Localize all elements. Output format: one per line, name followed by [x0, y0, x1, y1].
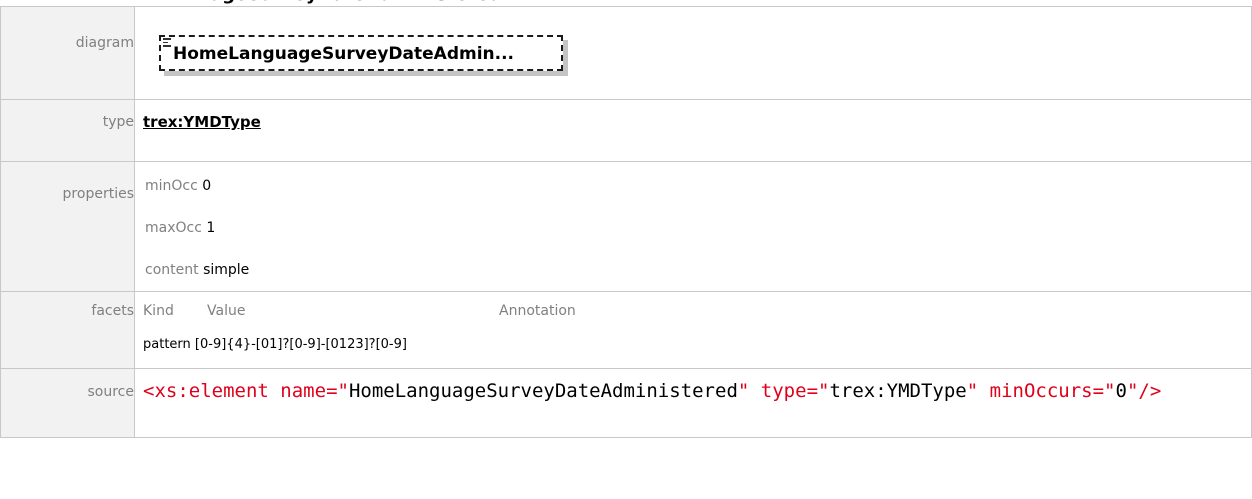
xml-quote: " [737, 380, 750, 402]
xml-attr-minoccurs: minOccurs [989, 380, 1093, 402]
properties-label: properties [0, 161, 135, 292]
diagram-label: diagram [0, 6, 135, 100]
facet-col-annotation: Annotation [499, 303, 576, 319]
xml-close: "/> [1126, 380, 1162, 402]
property-key: maxOcc [145, 220, 202, 236]
source-row: source <xs:element name="HomeLanguageSur… [0, 368, 1252, 438]
property-value: 1 [206, 220, 216, 236]
property-max-occurs: maxOcc 1 [135, 207, 1251, 249]
xml-attr-type: type [760, 380, 807, 402]
facets-label: facets [0, 291, 135, 369]
xml-open-tag: <xs:element [143, 380, 269, 402]
facet-col-value: Value [207, 303, 246, 319]
facet-entry: pattern [0-9]{4}-[01]?[0-9]-[0123]?[0-9] [135, 330, 1251, 368]
element-doc-table: diagram HomeLanguageSurveyDateAdmin... t… [0, 6, 1252, 438]
xml-min-value: 0 [1115, 380, 1127, 402]
facets-row: facets Kind Value Annotation pattern [0-… [0, 291, 1252, 369]
xml-attr-name: name [280, 380, 327, 402]
diagram-area: HomeLanguageSurveyDateAdmin... [135, 7, 1251, 99]
diagram-element-box[interactable]: HomeLanguageSurveyDateAdmin... [159, 35, 563, 71]
xml-name-value: HomeLanguageSurveyDateAdministered [348, 380, 738, 402]
diagram-row: diagram HomeLanguageSurveyDateAdmin... [0, 6, 1252, 100]
property-value: 0 [202, 178, 212, 194]
xml-type-value: trex:YMDType [829, 380, 967, 402]
source-code: <xs:element name="HomeLanguageSurveyDate… [135, 369, 1251, 404]
facet-value: [0-9]{4}-[01]?[0-9]-[0123]?[0-9] [194, 337, 407, 352]
properties-row: properties minOcc 0 maxOcc 1 content sim… [0, 161, 1252, 292]
diagram-element-name: HomeLanguageSurveyDateAdmin... [173, 44, 515, 64]
property-min-occurs: minOcc 0 [135, 165, 1251, 207]
type-label: type [0, 99, 135, 162]
facet-col-kind: Kind [143, 303, 174, 319]
property-key: minOcc [145, 178, 198, 194]
property-content: content simple [135, 249, 1251, 291]
xml-eq: =" [1092, 380, 1116, 402]
type-row: type trex:YMDType [0, 99, 1252, 162]
xml-eq: =" [326, 380, 349, 402]
source-label: source [0, 368, 135, 438]
xml-quote: " [966, 380, 979, 402]
facets-header: Kind Value Annotation [135, 292, 1251, 330]
property-value: simple [203, 262, 250, 278]
element-list-icon [163, 38, 171, 48]
type-link[interactable]: trex:YMDType [143, 113, 261, 131]
xml-eq: =" [806, 380, 830, 402]
property-key: content [145, 262, 199, 278]
facet-kind: pattern [143, 337, 191, 352]
